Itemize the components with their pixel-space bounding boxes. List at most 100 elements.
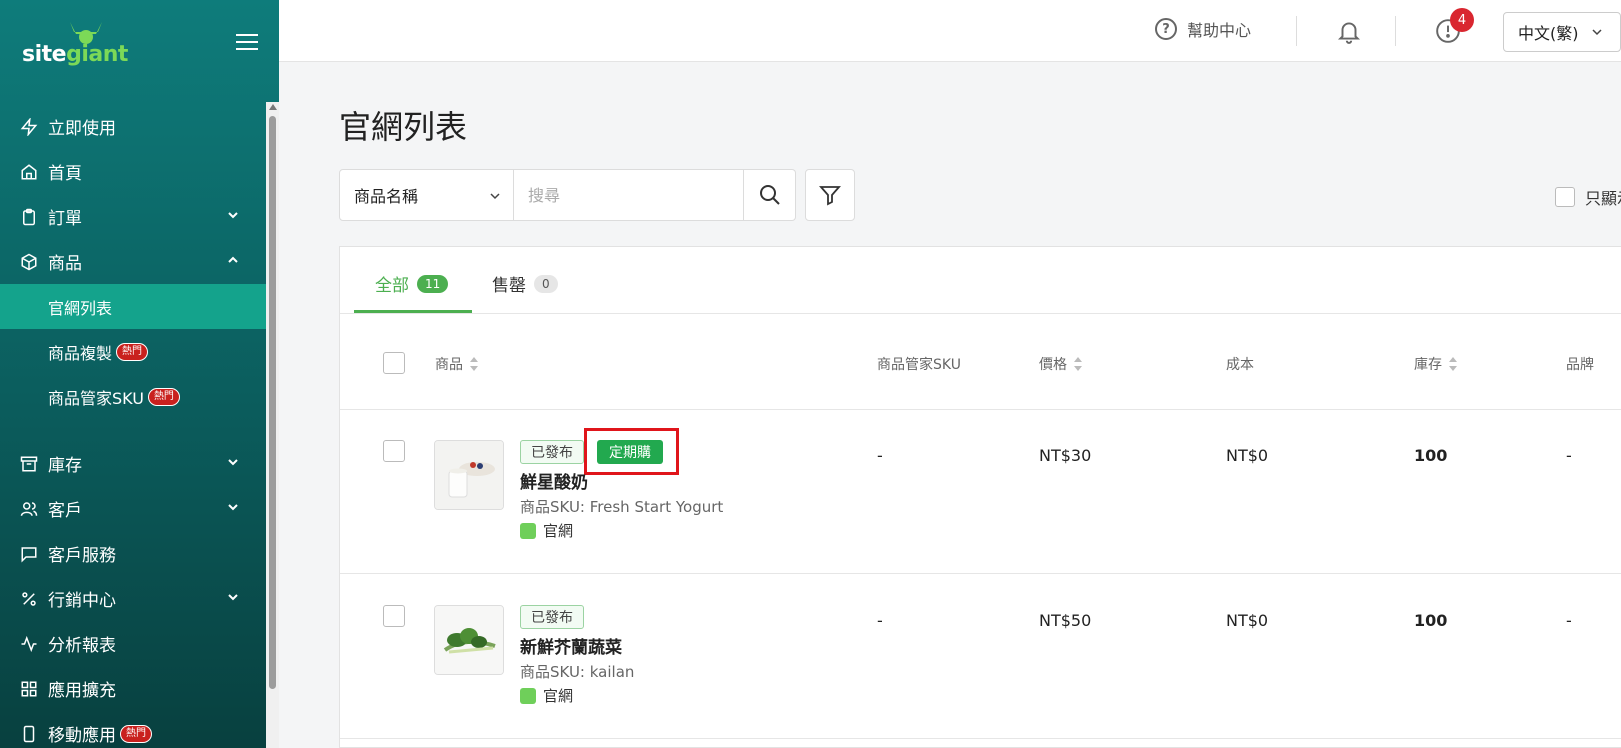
yogurt-image [435, 441, 503, 509]
active-tab-indicator [354, 310, 472, 313]
sidebar-item-get-started[interactable]: 立即使用 [0, 104, 266, 149]
column-header-brand: 品牌 [1566, 354, 1594, 374]
product-name[interactable]: 鮮星酸奶 [520, 468, 588, 493]
chevron-down-icon [228, 459, 238, 466]
sidebar-item-apps[interactable]: 應用擴充 [0, 666, 266, 711]
language-select[interactable]: 中文(繁) [1503, 12, 1621, 52]
help-center-label: 幫助中心 [1187, 21, 1252, 40]
sidebar: sitegiant 立即使用 首頁 訂單 商品 官網列表 商品複製 熱門 商品管… [0, 0, 279, 748]
chevron-down-icon [490, 193, 500, 200]
sidebar-item-customer-service[interactable]: 客戶服務 [0, 531, 266, 576]
tab-bar: 全部 11 售罄 0 [340, 247, 1621, 314]
published-status-badge: 已發布 [520, 605, 584, 629]
manager-sku-cell: - [877, 446, 883, 465]
scroll-up-arrow-icon[interactable] [269, 104, 277, 110]
home-icon [19, 162, 39, 182]
column-header-price[interactable]: 價格 [1039, 354, 1083, 374]
row-checkbox[interactable] [383, 605, 405, 627]
search-field-select[interactable]: 商品名稱 [339, 169, 514, 221]
manager-sku-cell: - [877, 611, 883, 630]
sidebar-item-label: 商品 [48, 254, 82, 274]
logo-horns-icon [70, 22, 102, 44]
search-button[interactable] [744, 169, 796, 221]
chevron-down-icon [228, 594, 238, 601]
product-thumbnail-yogurt[interactable] [434, 440, 504, 510]
sidebar-item-label: 應用擴充 [48, 681, 116, 701]
table-row[interactable]: 已發布 新鮮芥蘭蔬菜 商品SKU: kailan 官網 - NT$50 NT$0… [340, 575, 1621, 739]
sort-icon[interactable] [1073, 356, 1083, 372]
column-header-label: 商品管家SKU [877, 357, 961, 373]
tab-count-badge: 0 [534, 274, 558, 293]
column-header-stock[interactable]: 庫存 [1414, 354, 1458, 374]
sidebar-nav: 立即使用 首頁 訂單 商品 官網列表 商品複製 熱門 商品管家SKU 熱門 庫存… [0, 104, 266, 748]
sidebar-subitem-manager-sku[interactable]: 商品管家SKU 熱門 [0, 374, 266, 419]
column-header-manager-sku: 商品管家SKU [877, 354, 961, 374]
only-show-label: 只顯示 [1585, 189, 1621, 208]
filter-button[interactable] [805, 169, 855, 221]
column-header-product[interactable]: 商品 [435, 354, 479, 374]
sidebar-scrollbar[interactable] [266, 102, 279, 748]
chevron-down-icon [1591, 29, 1602, 36]
grid-icon [19, 679, 39, 699]
sidebar-item-label: 訂單 [48, 209, 82, 229]
cost-cell: NT$0 [1226, 446, 1269, 465]
sales-channel-label: 官網 [543, 522, 574, 540]
sidebar-subitem-label: 官網列表 [48, 298, 113, 318]
chevron-down-icon [228, 212, 238, 219]
sitegiant-logo[interactable]: sitegiant [22, 20, 132, 72]
sidebar-item-home[interactable]: 首頁 [0, 149, 266, 194]
sort-icon[interactable] [469, 356, 479, 372]
search-field-select-label: 商品名稱 [354, 187, 419, 206]
search-group: 商品名稱 [339, 169, 796, 221]
product-list-card: 全部 11 售罄 0 商品 商品管家SKU 價格 成本 庫存 品牌 已發布 定期… [339, 246, 1621, 748]
sidebar-item-label: 首頁 [48, 164, 82, 184]
only-show-toggle[interactable]: 只顯示 [1555, 185, 1621, 209]
logo-text: sitegiant [22, 42, 128, 67]
sort-icon[interactable] [1448, 356, 1458, 372]
website-channel-icon [520, 687, 536, 704]
sidebar-item-marketing[interactable]: 行銷中心 [0, 576, 266, 621]
sidebar-item-label: 客戶服務 [48, 546, 116, 566]
tab-all[interactable]: 全部 11 [375, 271, 449, 296]
sidebar-item-mobile-app[interactable]: 移動應用 熱門 [0, 711, 266, 748]
table-row[interactable]: 已發布 定期購 鮮星酸奶 商品SKU: Fresh Start Yogurt 官… [340, 410, 1621, 574]
sales-channel: 官網 [520, 520, 573, 541]
filter-icon [819, 186, 841, 206]
sidebar-item-analytics[interactable]: 分析報表 [0, 621, 266, 666]
percent-icon [19, 589, 39, 609]
sidebar-item-label: 庫存 [48, 456, 82, 476]
sidebar-item-inventory[interactable]: 庫存 [0, 441, 266, 486]
highlight-box [584, 428, 679, 475]
product-thumbnail-kailan[interactable] [434, 605, 504, 675]
sidebar-subitem-website-list[interactable]: 官網列表 [0, 284, 266, 329]
sidebar-subitem-product-copy[interactable]: 商品複製 熱門 [0, 329, 266, 374]
stock-cell: 100 [1414, 611, 1448, 630]
sidebar-subitem-label: 商品管家SKU [48, 388, 144, 408]
price-cell: NT$30 [1039, 446, 1092, 465]
tab-label: 售罄 [492, 276, 526, 296]
help-icon: ? [1155, 18, 1177, 40]
bell-icon[interactable] [1336, 18, 1362, 44]
product-name[interactable]: 新鮮芥蘭蔬菜 [520, 633, 622, 658]
help-center-button[interactable]: ? 幫助中心 [1155, 17, 1251, 41]
row-checkbox[interactable] [383, 440, 405, 462]
mobile-icon [19, 724, 39, 744]
tab-sold-out[interactable]: 售罄 0 [492, 271, 558, 296]
language-label: 中文(繁) [1518, 24, 1579, 43]
search-input[interactable] [514, 169, 744, 221]
sidebar-item-customers[interactable]: 客戶 [0, 486, 266, 531]
select-all-checkbox[interactable] [383, 352, 405, 374]
only-show-checkbox[interactable] [1555, 187, 1575, 207]
divider [1296, 16, 1297, 46]
menu-toggle-icon[interactable] [236, 34, 258, 52]
sidebar-item-orders[interactable]: 訂單 [0, 194, 266, 239]
top-bar: ? 幫助中心 4 中文(繁) [279, 0, 1621, 62]
hot-badge: 熱門 [120, 724, 152, 743]
column-header-label: 商品 [435, 357, 463, 373]
product-sku: 商品SKU: Fresh Start Yogurt [520, 498, 724, 516]
brand-cell: - [1566, 611, 1572, 630]
scrollbar-thumb[interactable] [269, 116, 276, 689]
table-header: 商品 商品管家SKU 價格 成本 庫存 品牌 [340, 314, 1621, 410]
kailan-image [435, 606, 503, 674]
sidebar-item-products[interactable]: 商品 [0, 239, 266, 284]
